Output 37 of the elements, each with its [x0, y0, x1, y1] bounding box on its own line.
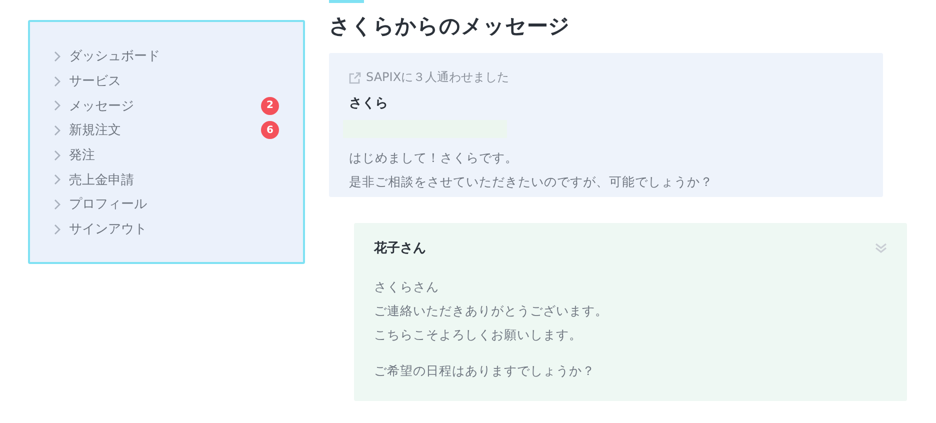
- sidebar-item[interactable]: サービス: [54, 68, 279, 94]
- count-badge: 6: [261, 121, 279, 140]
- sidebar-item[interactable]: 新規注文 6: [54, 118, 279, 143]
- sidebar-label: 発注: [69, 147, 96, 164]
- chevron-icon: [54, 198, 61, 210]
- chevron-icon: [54, 124, 61, 136]
- sidebar-item[interactable]: メッセージ 2: [54, 93, 279, 118]
- external-link-icon: [349, 72, 361, 84]
- sidebar-label: サインアウト: [69, 221, 148, 238]
- chevron-icon: [54, 76, 61, 87]
- sidebar-label: メッセージ: [69, 98, 135, 115]
- chevron-icon: [54, 50, 61, 62]
- note-text: SAPIXに３人通わせました: [366, 69, 510, 86]
- chevron-icon: [54, 174, 61, 186]
- sidebar-item[interactable]: プロフィール: [54, 192, 279, 217]
- page-title: さくらからのメッセージ: [329, 13, 571, 40]
- sidebar-item[interactable]: ダッシュボード: [54, 44, 279, 69]
- message-text: はじめまして！さくらです。: [349, 149, 519, 167]
- message-text: ご連絡いただきありがとうございます。: [374, 302, 609, 320]
- chevron-icon: [54, 150, 61, 161]
- sender-name: 花子さん: [374, 240, 426, 257]
- count-badge: 2: [261, 96, 279, 115]
- sidebar-label: サービス: [69, 73, 122, 90]
- sidebar-item[interactable]: サインアウト: [54, 216, 279, 242]
- message-text: さくらさん: [374, 278, 440, 296]
- chevron-icon: [54, 224, 61, 235]
- sidebar-item[interactable]: 売上金申請: [54, 167, 279, 192]
- sidebar-label: 売上金申請: [69, 172, 135, 189]
- message-text: ご希望の日程はありますでしょうか？: [374, 362, 596, 380]
- sidebar-label: 新規注文: [69, 122, 122, 140]
- message-text: こちらこそよろしくお願いします。: [374, 326, 583, 344]
- message-text: 是非ご相談をさせていただきたいのですが、可能でしょうか？: [349, 173, 714, 191]
- sidebar-label: プロフィール: [69, 196, 148, 214]
- chevron-icon: [54, 100, 61, 112]
- sender-name: さくら: [349, 95, 388, 112]
- sidebar-label: ダッシュボード: [69, 48, 161, 66]
- sidebar-item[interactable]: 発注: [54, 142, 279, 168]
